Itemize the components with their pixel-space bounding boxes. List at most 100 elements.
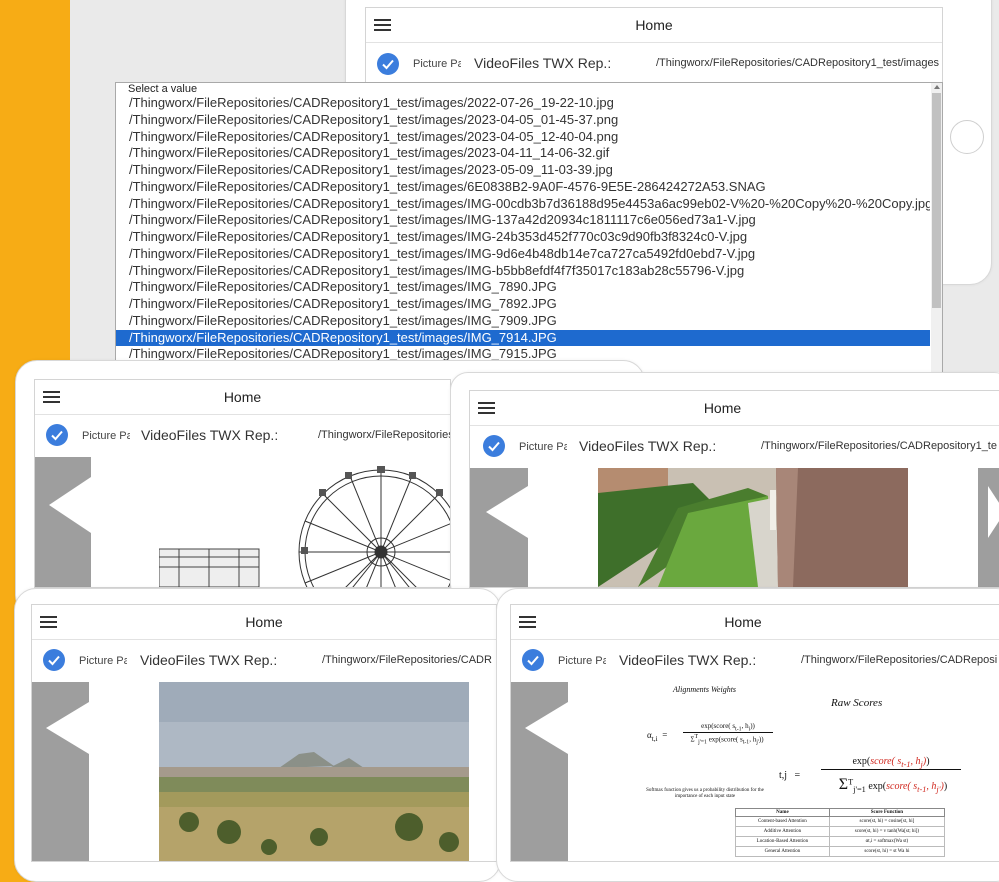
top-app-window: Home Picture Pa VideoFiles TWX Rep.: /Th… — [365, 7, 943, 84]
attention-weights-image: Alignments Weights Raw Scores αt,i = exp… — [621, 682, 999, 861]
repository-path-value[interactable]: /Thingworx/FileRepositories — [318, 429, 450, 441]
dropdown-option[interactable]: /Thingworx/FileRepositories/CADRepositor… — [116, 313, 930, 330]
bottom-right-app-window: Home Picture Pa VideoFiles TWX Rep.: /Th… — [510, 604, 999, 862]
file-selector-row: Picture Pa VideoFiles TWX Rep.: /Thingwo… — [470, 426, 999, 466]
previous-image-panel[interactable] — [511, 682, 568, 861]
file-selector-row: Picture Pa VideoFiles TWX Rep.: /Thingwo… — [35, 415, 450, 455]
table-cell: General Attention — [735, 846, 830, 857]
table-row: Location-Based Attention αt,i = softmax(… — [735, 836, 946, 847]
dropdown-option[interactable]: /Thingworx/FileRepositories/CADRepositor… — [116, 279, 930, 296]
checkmark-icon[interactable] — [483, 435, 505, 457]
value-dropdown-list[interactable]: Select a value /Thingworx/FileRepositori… — [115, 82, 943, 374]
table-cell: score(st, hi) = cosine[st, hi] — [828, 816, 946, 827]
checkmark-icon[interactable] — [522, 649, 544, 671]
previous-arrow-icon — [46, 702, 89, 754]
checkmark-icon[interactable] — [377, 53, 399, 75]
checkmark-icon[interactable] — [46, 424, 68, 446]
dropdown-option[interactable]: /Thingworx/FileRepositories/CADRepositor… — [116, 112, 930, 129]
previous-image-panel[interactable] — [470, 468, 528, 587]
alpha-formula-symbol: αt,i = — [647, 730, 668, 743]
repository-path-value[interactable]: /Thingworx/FileRepositories/CADR — [322, 654, 496, 666]
page-title: Home — [703, 400, 742, 416]
dropdown-option[interactable]: /Thingworx/FileRepositories/CADRepositor… — [116, 196, 930, 213]
softmax-note: Softmax function gives us a probability … — [646, 788, 764, 799]
repository-path-value[interactable]: /Thingworx/FileRepositories/CADRepositor… — [761, 440, 999, 452]
previous-arrow-icon — [525, 702, 568, 754]
dropdown-caption: Select a value — [128, 83, 198, 95]
repository-path-value[interactable]: /Thingworx/FileRepositories/CADRepositor… — [656, 57, 942, 69]
dropdown-option[interactable]: /Thingworx/FileRepositories/CADRepositor… — [116, 179, 930, 196]
table-cell: Content-based Attention — [735, 816, 830, 827]
previous-image-panel[interactable] — [35, 457, 91, 587]
previous-arrow-icon — [49, 477, 91, 533]
previous-image-panel[interactable] — [32, 682, 89, 861]
scrollbar-thumb[interactable] — [932, 93, 941, 308]
attention-heading: Alignments Weights — [673, 685, 737, 694]
dropdown-option[interactable]: /Thingworx/FileRepositories/CADRepositor… — [116, 95, 930, 112]
bottom-left-app-window: Home Picture Pa VideoFiles TWX Rep.: /Th… — [31, 604, 497, 862]
table-row: Content-based Attention score(st, hi) = … — [735, 816, 946, 827]
video-files-label: VideoFiles TWX Rep.: — [619, 652, 757, 668]
table-row: General Attention score(st, hi) = st Wa … — [735, 846, 946, 857]
table-header-name: Name — [735, 808, 830, 817]
page-title: Home — [245, 614, 283, 630]
score-function-table: Name Score Function Content-based Attent… — [735, 808, 946, 857]
file-selector-row: Picture Pa VideoFiles TWX Rep.: /Thingwo… — [511, 640, 999, 680]
dropdown-options: /Thingworx/FileRepositories/CADRepositor… — [116, 95, 930, 363]
next-image-panel[interactable] — [978, 468, 999, 587]
score-formula-numerator: exp(score( st-1, hj)) — [821, 756, 961, 770]
dropdown-option[interactable]: /Thingworx/FileRepositories/CADRepositor… — [116, 263, 930, 280]
video-files-label: VideoFiles TWX Rep.: — [141, 427, 279, 443]
app-header: Home — [470, 391, 999, 426]
table-row: Additive Attention score(st, hi) = v tan… — [735, 826, 946, 837]
ferris-wheel-image — [159, 457, 450, 587]
page-title: Home — [223, 389, 262, 405]
dropdown-option[interactable]: /Thingworx/FileRepositories/CADRepositor… — [116, 145, 930, 162]
table-cell: score(st, hi) = v tanh(Wa[st; hi]) — [828, 826, 946, 837]
mid-left-app-window: Home Picture Pa VideoFiles TWX Rep.: /Th… — [34, 379, 451, 588]
table-cell: Location-Based Attention — [735, 836, 830, 847]
app-header: Home — [366, 8, 942, 43]
table-header-score: Score Function — [828, 808, 946, 817]
dropdown-scrollbar[interactable] — [931, 83, 942, 373]
tablet-home-button[interactable] — [950, 120, 984, 154]
dropdown-option[interactable]: /Thingworx/FileRepositories/CADRepositor… — [116, 229, 930, 246]
mid-right-app-window: Home Picture Pa VideoFiles TWX Rep.: /Th… — [469, 390, 999, 588]
alpha-formula-denominator: ΣTj'=1 exp(score( st-1, hj')) — [690, 734, 764, 746]
dropdown-option[interactable]: /Thingworx/FileRepositories/CADRepositor… — [116, 296, 930, 313]
dropdown-option-selected[interactable]: /Thingworx/FileRepositories/CADRepositor… — [116, 329, 930, 347]
video-files-label: VideoFiles TWX Rep.: — [579, 438, 717, 454]
raw-scores-heading: Raw Scores — [831, 697, 883, 709]
dropdown-option[interactable]: /Thingworx/FileRepositories/CADRepositor… — [116, 246, 930, 263]
repository-path-value[interactable]: /Thingworx/FileRepositories/CADReposi — [801, 654, 999, 666]
video-files-label: VideoFiles TWX Rep.: — [474, 55, 612, 71]
app-header: Home — [32, 605, 496, 640]
dropdown-option[interactable]: /Thingworx/FileRepositories/CADRepositor… — [116, 212, 930, 229]
checkmark-icon[interactable] — [43, 649, 65, 671]
landscape-image — [159, 682, 469, 861]
garden-lawn-image — [598, 468, 908, 587]
app-header: Home — [35, 380, 450, 415]
file-selector-row: Picture Pa VideoFiles TWX Rep.: /Thingwo… — [32, 640, 496, 680]
video-files-label: VideoFiles TWX Rep.: — [140, 652, 278, 668]
dropdown-option[interactable]: /Thingworx/FileRepositories/CADRepositor… — [116, 162, 930, 179]
table-cell: score(st, hi) = st Wa hi — [828, 846, 946, 857]
alpha-formula-numerator: exp(score( st-1, hi)) — [683, 722, 773, 734]
score-formula-denominator: ΣTj'=1 exp(score( st-1, hj')) — [838, 776, 948, 794]
picture-path-label: Picture Pa — [413, 58, 461, 70]
dropdown-option[interactable]: /Thingworx/FileRepositories/CADRepositor… — [116, 129, 930, 146]
app-header: Home — [511, 605, 999, 640]
picture-path-label: Picture Pa — [79, 655, 127, 667]
picture-path-label: Picture Pa — [519, 441, 567, 453]
picture-path-label: Picture Pa — [82, 430, 130, 442]
next-arrow-icon — [988, 486, 999, 538]
table-cell: αt,i = softmax(Wa st) — [828, 836, 946, 847]
page-title: Home — [724, 614, 762, 630]
page-title: Home — [635, 17, 673, 33]
previous-arrow-icon — [486, 486, 528, 538]
score-formula-symbol: t,j = — [779, 770, 801, 781]
table-cell: Additive Attention — [735, 826, 830, 837]
file-selector-row: Picture Pa VideoFiles TWX Rep.: /Thingwo… — [366, 43, 942, 83]
scroll-up-arrow-icon[interactable] — [934, 85, 940, 89]
picture-path-label: Picture Pa — [558, 655, 606, 667]
